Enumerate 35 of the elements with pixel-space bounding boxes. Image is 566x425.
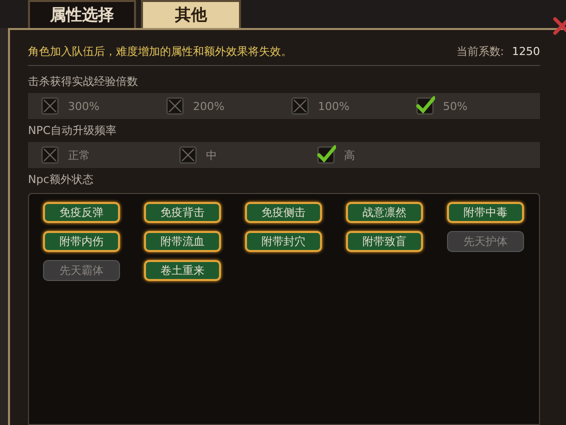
section-title: 击杀获得实战经验倍数 [28,74,138,89]
option-label: 300% [68,100,100,112]
option-label: 正常 [68,148,90,162]
status-chip[interactable]: 卷土重来 [144,260,221,281]
status-chip[interactable]: 附带中毒 [447,202,524,223]
tab[interactable]: 属性选择 [28,0,136,28]
section-title: NPC自动升级频率 [28,123,117,138]
status-chip[interactable]: 附带封穴 [245,231,322,252]
status-chip[interactable]: 先天护体 [447,231,524,252]
coefficient-label: 当前系数: [456,44,504,59]
crossed-checkbox[interactable] [40,96,60,116]
crossed-checkbox[interactable] [178,145,198,165]
status-chip[interactable]: 先天霸体 [43,260,120,281]
checked-checkbox[interactable] [415,96,435,116]
checked-checkbox[interactable] [316,145,336,165]
status-chip[interactable]: 战意凛然 [346,202,423,223]
tab[interactable]: 其他 [141,0,241,28]
notice-text: 角色加入队伍后，难度增加的属性和额外效果将失效。 [28,44,293,59]
status-chip[interactable]: 免疫侧击 [245,202,322,223]
close-icon[interactable] [552,16,566,36]
status-chip[interactable]: 附带内伤 [43,231,120,252]
option-label: 中 [206,148,217,162]
option-label: 50% [443,100,468,112]
status-chip[interactable]: 附带流血 [144,231,221,252]
crossed-checkbox[interactable] [290,96,310,116]
status-chip[interactable]: 附带致盲 [346,231,423,252]
option-label: 高 [344,148,355,162]
option-label: 100% [318,100,350,112]
status-chip[interactable]: 免疫背击 [144,202,221,223]
section-title: Npc额外状态 [28,172,94,187]
status-chip[interactable]: 免疫反弹 [43,202,120,223]
option-label: 200% [193,100,224,112]
crossed-checkbox[interactable] [40,145,60,165]
crossed-checkbox[interactable] [165,96,185,116]
coefficient-value: 1250 [512,45,540,58]
